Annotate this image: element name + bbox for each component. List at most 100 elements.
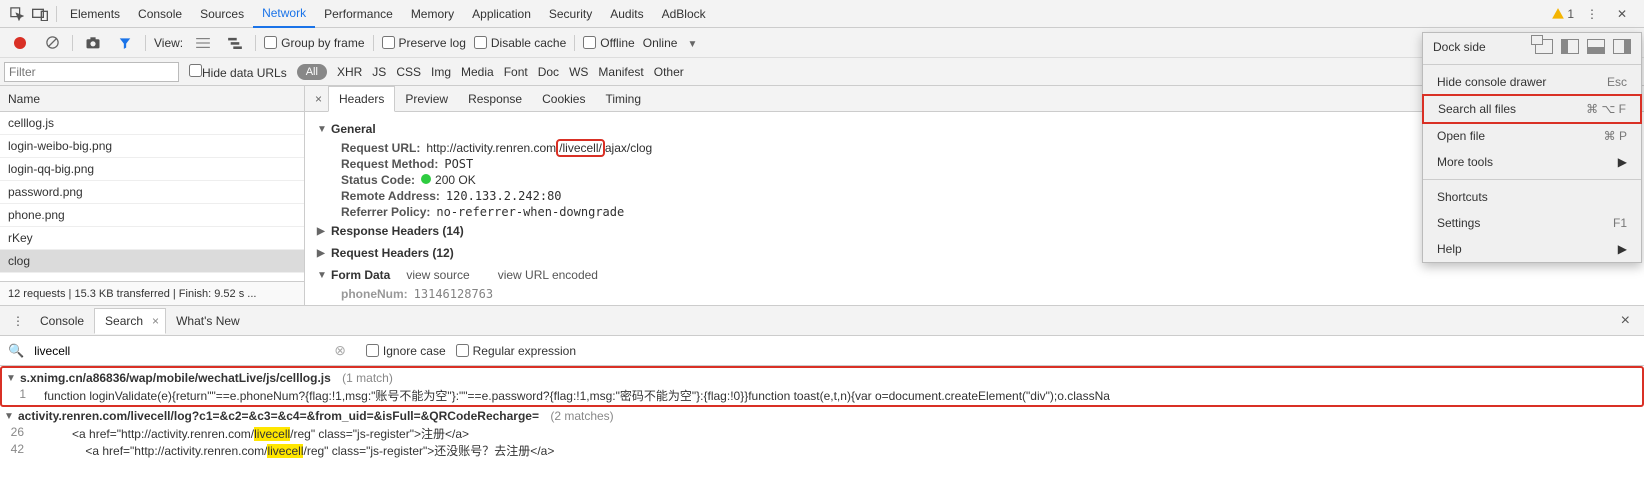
request-row[interactable]: rKey xyxy=(0,227,304,250)
view-source-link[interactable]: view source xyxy=(394,268,481,282)
throttle-select[interactable]: Online ▼ xyxy=(643,36,698,50)
regex-checkbox[interactable]: Regular expression xyxy=(456,344,576,358)
drawer-tab-search[interactable]: Search× xyxy=(94,308,166,334)
settings-menu-icon[interactable]: ⋮ xyxy=(1580,3,1604,25)
form-phone-label: phoneNum: xyxy=(341,287,408,301)
menu-more-tools[interactable]: More tools▶ xyxy=(1423,149,1641,175)
filter-type-ws[interactable]: WS xyxy=(569,65,588,79)
remote-address-value: 120.133.2.242:80 xyxy=(446,189,562,203)
ignore-case-checkbox[interactable]: Ignore case xyxy=(366,344,446,358)
menu-settings[interactable]: SettingsF1 xyxy=(1423,210,1641,236)
device-toggle-icon[interactable] xyxy=(28,3,52,25)
search-result-line[interactable]: 1 function loginValidate(e){return""==e.… xyxy=(2,387,1642,404)
search-result-file[interactable]: ▼s.xnimg.cn/a86836/wap/mobile/wechatLive… xyxy=(2,369,1642,387)
menu-separator xyxy=(1423,64,1641,65)
request-row[interactable]: celllog.js xyxy=(0,112,304,135)
detail-tab-response[interactable]: Response xyxy=(458,87,532,111)
warning-badge[interactable]: 1 xyxy=(1551,7,1574,21)
request-row[interactable]: password.png xyxy=(0,181,304,204)
tab-memory[interactable]: Memory xyxy=(402,1,463,27)
request-row[interactable]: phone.png xyxy=(0,204,304,227)
separator xyxy=(574,35,575,51)
detail-tab-preview[interactable]: Preview xyxy=(395,87,458,111)
tab-application[interactable]: Application xyxy=(463,1,540,27)
code-content: function loginValidate(e){return""==e.ph… xyxy=(34,387,1642,404)
hide-data-urls-label: Hide data URLs xyxy=(202,66,287,80)
filter-icon[interactable] xyxy=(113,32,137,54)
request-row[interactable]: clog xyxy=(0,250,304,273)
tab-adblock[interactable]: AdBlock xyxy=(653,1,715,27)
tab-sources[interactable]: Sources xyxy=(191,1,253,27)
hide-data-urls-checkbox[interactable]: Hide data URLs xyxy=(189,64,287,80)
detail-tab-headers[interactable]: Headers xyxy=(328,86,395,112)
tab-performance[interactable]: Performance xyxy=(315,1,402,27)
detail-tab-cookies[interactable]: Cookies xyxy=(532,87,595,111)
filter-type-other[interactable]: Other xyxy=(654,65,684,79)
inspect-icon[interactable] xyxy=(4,3,28,25)
close-search-tab-icon[interactable]: × xyxy=(152,314,159,328)
detail-tab-timing[interactable]: Timing xyxy=(595,87,651,111)
menu-item-label: Search all files xyxy=(1438,102,1516,116)
offline-checkbox[interactable]: Offline xyxy=(583,36,634,50)
filter-type-css[interactable]: CSS xyxy=(396,65,421,79)
tab-elements[interactable]: Elements xyxy=(61,1,129,27)
filter-type-media[interactable]: Media xyxy=(461,65,494,79)
section-response-headers-label: Response Headers (14) xyxy=(331,224,464,238)
triangle-down-icon: ▼ xyxy=(317,124,327,135)
view-url-encoded-link[interactable]: view URL encoded xyxy=(486,268,610,282)
view-label: View: xyxy=(154,36,183,50)
dock-right-icon[interactable] xyxy=(1613,39,1631,54)
menu-shortcut: Esc xyxy=(1607,75,1627,89)
capture-screenshots-icon[interactable] xyxy=(81,32,105,54)
search-result-line[interactable]: 26 <a href="http://activity.renren.com/l… xyxy=(0,425,1644,442)
filter-input[interactable] xyxy=(4,62,179,82)
dock-left-icon[interactable] xyxy=(1561,39,1579,54)
close-drawer-icon[interactable]: × xyxy=(1613,312,1638,330)
clear-button[interactable] xyxy=(40,32,64,54)
line-number: 26 xyxy=(0,425,32,442)
search-result-file[interactable]: ▼activity.renren.com/livecell/log?c1=&c2… xyxy=(0,407,1644,425)
menu-search-all-files[interactable]: Search all files⌘ ⌥ F xyxy=(1422,94,1642,124)
drawer-menu-icon[interactable]: ⋮ xyxy=(6,310,30,332)
menu-open-file[interactable]: Open file⌘ P xyxy=(1423,123,1641,149)
menu-shortcuts[interactable]: Shortcuts xyxy=(1423,184,1641,210)
request-method-label: Request Method: xyxy=(341,157,438,171)
dock-bottom-icon[interactable] xyxy=(1587,39,1605,54)
request-row[interactable]: login-weibo-big.png xyxy=(0,135,304,158)
filter-type-all[interactable]: All xyxy=(297,64,327,80)
section-form-data[interactable]: ▼Form Dataview sourceview URL encoded xyxy=(317,264,1632,286)
menu-separator xyxy=(1423,179,1641,180)
record-button[interactable] xyxy=(8,32,32,54)
filter-type-doc[interactable]: Doc xyxy=(538,65,559,79)
search-result-line[interactable]: 42 <a href="http://activity.renren.com/l… xyxy=(0,442,1644,459)
tab-security[interactable]: Security xyxy=(540,1,601,27)
referrer-policy-value: no-referrer-when-downgrade xyxy=(436,205,624,219)
request-row[interactable]: login-qq-big.png xyxy=(0,158,304,181)
warning-count: 1 xyxy=(1567,7,1574,21)
menu-help[interactable]: Help▶ xyxy=(1423,236,1641,262)
tab-console[interactable]: Console xyxy=(129,1,191,27)
drawer-tab-whatsnew[interactable]: What's New xyxy=(166,309,250,333)
chevron-right-icon: ▶ xyxy=(1618,242,1627,256)
dock-undock-icon[interactable] xyxy=(1535,39,1553,54)
group-by-frame-checkbox[interactable]: Group by frame xyxy=(264,36,364,50)
disable-cache-checkbox[interactable]: Disable cache xyxy=(474,36,566,50)
filter-type-img[interactable]: Img xyxy=(431,65,451,79)
filter-type-js[interactable]: JS xyxy=(372,65,386,79)
menu-item-label: Open file xyxy=(1437,129,1485,143)
search-input[interactable] xyxy=(34,344,324,358)
filter-type-manifest[interactable]: Manifest xyxy=(598,65,643,79)
tab-audits[interactable]: Audits xyxy=(601,1,652,27)
waterfall-icon[interactable] xyxy=(223,32,247,54)
large-rows-icon[interactable] xyxy=(191,32,215,54)
clear-search-icon[interactable]: ⊗ xyxy=(334,342,346,359)
close-devtools-icon[interactable]: ✕ xyxy=(1610,3,1634,25)
filter-type-font[interactable]: Font xyxy=(504,65,528,79)
preserve-log-checkbox[interactable]: Preserve log xyxy=(382,36,466,50)
menu-hide-console[interactable]: Hide console drawerEsc xyxy=(1423,69,1641,95)
drawer-tab-console[interactable]: Console xyxy=(30,309,94,333)
request-list-header[interactable]: Name xyxy=(0,86,304,112)
filter-type-xhr[interactable]: XHR xyxy=(337,65,362,79)
tab-network[interactable]: Network xyxy=(253,0,315,28)
close-detail-icon[interactable]: × xyxy=(309,92,328,106)
